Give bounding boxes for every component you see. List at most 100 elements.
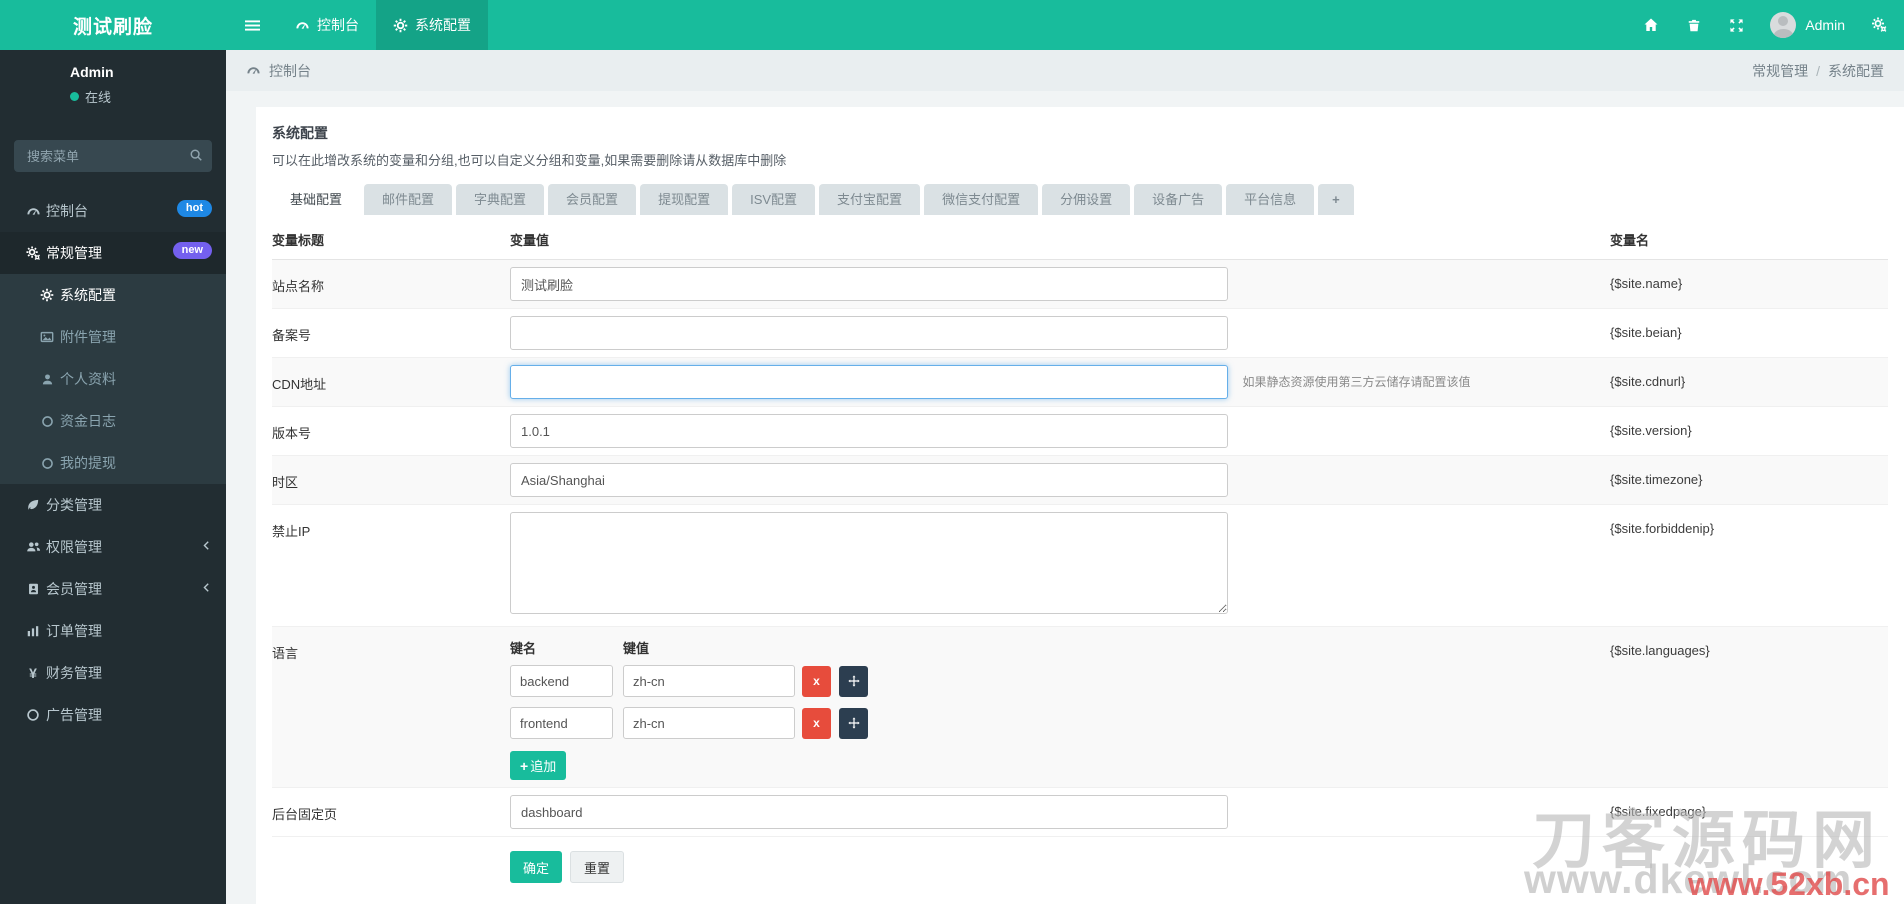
sidebar-item-members[interactable]: 会员管理 — [0, 568, 226, 610]
bar-chart-icon — [20, 624, 46, 638]
breadcrumb-page: 系统配置 — [1828, 61, 1884, 81]
config-row-cdn: CDN地址 如果静态资源使用第三方云储存请配置该值 {$site.cdnurl} — [272, 358, 1888, 407]
plus-icon: + — [520, 758, 528, 774]
home-button[interactable] — [1629, 0, 1673, 50]
tab-commission-config[interactable]: 分佣设置 — [1042, 184, 1130, 215]
tab-basic-config[interactable]: 基础配置 — [272, 184, 360, 215]
username: Admin — [1805, 17, 1845, 33]
tab-device-ads[interactable]: 设备广告 — [1134, 184, 1222, 215]
sidebar-item-permissions[interactable]: 权限管理 — [0, 526, 226, 568]
row-var-name: {$site.version} — [1610, 414, 1888, 448]
clear-cache-button[interactable] — [1673, 0, 1715, 50]
tab-mail-config[interactable]: 邮件配置 — [364, 184, 452, 215]
lang-value-input[interactable] — [623, 707, 795, 739]
hamburger-icon — [245, 18, 260, 33]
topbar-tab-dashboard[interactable]: 控制台 — [278, 0, 376, 50]
cogs-icon — [1871, 17, 1888, 33]
kv-headers: 键名 键值 — [510, 634, 1610, 665]
page-description: 可以在此增改系统的变量和分组,也可以自定义分组和变量,如果需要删除请从数据库中删… — [272, 150, 1888, 169]
settings-button[interactable] — [1857, 0, 1902, 50]
tachometer-icon — [246, 63, 261, 78]
append-row-button[interactable]: + 追加 — [510, 751, 566, 780]
sidebar-item-system-config[interactable]: 系统配置 — [0, 274, 226, 316]
yen-icon: ¥ — [20, 665, 46, 681]
config-row-version: 版本号 {$site.version} — [272, 407, 1888, 456]
row-label: 站点名称 — [272, 267, 510, 301]
site-name-input[interactable] — [510, 267, 1228, 301]
tab-withdraw-config[interactable]: 提现配置 — [640, 184, 728, 215]
breadcrumb-dashboard-link[interactable]: 控制台 — [246, 61, 311, 81]
sidebar-item-general[interactable]: 常规管理 new — [0, 232, 226, 274]
move-arrows-icon — [848, 675, 860, 687]
add-tab-button[interactable]: + — [1318, 184, 1354, 215]
sidebar-search — [14, 140, 212, 172]
cdn-hint-text: 如果静态资源使用第三方云储存请配置该值 — [1242, 375, 1470, 389]
timezone-input[interactable] — [510, 463, 1228, 497]
drag-row-button[interactable] — [839, 708, 868, 739]
submit-button[interactable]: 确定 — [510, 851, 562, 883]
sidebar-item-profile[interactable]: 个人资料 — [0, 358, 226, 400]
sidebar-submenu-general: 系统配置 附件管理 个人资料 资金日志 — [0, 274, 226, 484]
form-footer: 确定 重置 — [272, 837, 1888, 883]
sidebar-item-categories[interactable]: 分类管理 — [0, 484, 226, 526]
reset-button[interactable]: 重置 — [570, 851, 624, 883]
tab-dictionary-config[interactable]: 字典配置 — [456, 184, 544, 215]
column-header-label: 变量标题 — [272, 230, 510, 249]
row-var-name: {$site.languages} — [1610, 634, 1888, 780]
breadcrumb-separator: / — [1816, 63, 1820, 79]
sidebar-item-finance[interactable]: ¥ 财务管理 — [0, 652, 226, 694]
beian-input[interactable] — [510, 316, 1228, 350]
app-title: 测试刷脸 — [0, 0, 226, 50]
chevron-left-icon — [201, 582, 212, 593]
drag-row-button[interactable] — [839, 666, 868, 697]
remove-row-button[interactable]: x — [802, 666, 831, 697]
avatar — [1770, 12, 1796, 38]
append-label: 追加 — [530, 756, 556, 775]
sidebar-toggle-button[interactable] — [226, 0, 278, 50]
user-menu[interactable]: Admin — [1758, 12, 1857, 38]
menu-search-input[interactable] — [14, 140, 212, 172]
tab-alipay-config[interactable]: 支付宝配置 — [819, 184, 920, 215]
kv-row-frontend: x — [510, 707, 1610, 739]
forbidden-ip-textarea[interactable] — [510, 512, 1228, 614]
fixed-page-input[interactable] — [510, 795, 1228, 829]
sidebar-item-my-withdraw[interactable]: 我的提现 — [0, 442, 226, 484]
lang-key-input[interactable] — [510, 665, 613, 697]
topbar-tab-config[interactable]: 系统配置 — [376, 0, 488, 50]
row-label: 语言 — [272, 634, 510, 780]
row-var-name: {$site.cdnurl} — [1610, 365, 1888, 399]
version-input[interactable] — [510, 414, 1228, 448]
tab-wechatpay-config[interactable]: 微信支付配置 — [924, 184, 1038, 215]
menu-label: 我的提现 — [60, 453, 116, 473]
row-var-name: {$site.fixedpage} — [1610, 795, 1888, 829]
tab-isv-config[interactable]: ISV配置 — [732, 184, 815, 215]
fullscreen-button[interactable] — [1715, 0, 1758, 50]
row-var-name: {$site.timezone} — [1610, 463, 1888, 497]
lang-key-input[interactable] — [510, 707, 613, 739]
gear-icon — [393, 18, 408, 33]
sidebar-item-money-log[interactable]: 资金日志 — [0, 400, 226, 442]
sidebar-item-dashboard[interactable]: 控制台 hot — [0, 190, 226, 232]
search-icon[interactable] — [189, 148, 203, 162]
menu-label: 分类管理 — [46, 495, 102, 515]
sidebar-item-ads[interactable]: 广告管理 — [0, 694, 226, 736]
kv-row-backend: x — [510, 665, 1610, 697]
row-label: 备案号 — [272, 316, 510, 350]
sidebar-item-orders[interactable]: 订单管理 — [0, 610, 226, 652]
tab-platform-info[interactable]: 平台信息 — [1226, 184, 1314, 215]
circle-icon — [34, 415, 60, 428]
sidebar-item-attachments[interactable]: 附件管理 — [0, 316, 226, 358]
menu-label: 资金日志 — [60, 411, 116, 431]
tab-member-config[interactable]: 会员配置 — [548, 184, 636, 215]
page-title: 系统配置 — [272, 123, 1888, 143]
row-label: 时区 — [272, 463, 510, 497]
lang-value-input[interactable] — [623, 665, 795, 697]
trash-icon — [1687, 18, 1701, 33]
home-icon — [1643, 17, 1659, 33]
cdn-url-input[interactable] — [510, 365, 1228, 399]
hot-badge: hot — [177, 200, 212, 217]
sidebar-username: Admin — [70, 64, 114, 80]
remove-row-button[interactable]: x — [802, 708, 831, 739]
breadcrumb: 控制台 常规管理 / 系统配置 — [226, 50, 1904, 91]
breadcrumb-parent-link[interactable]: 常规管理 — [1752, 61, 1808, 81]
